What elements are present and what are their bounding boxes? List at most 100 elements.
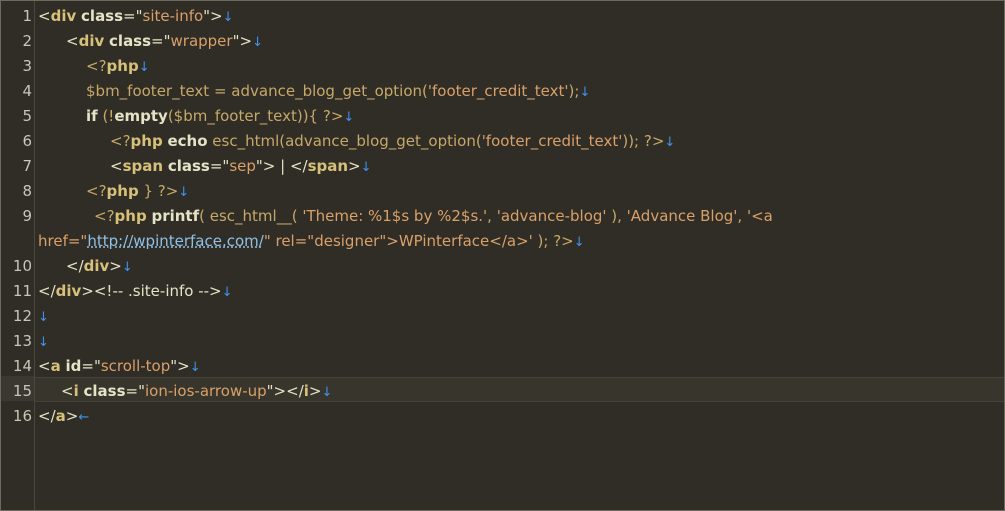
token: =" (151, 32, 171, 50)
code-line[interactable]: <?php printf( esc_html__( 'Theme: %1$s b… (94, 204, 1004, 229)
token: <? (94, 207, 115, 225)
token: div (78, 32, 105, 50)
token: php (114, 207, 147, 225)
code-line[interactable]: <a id="scroll-top">↓ (38, 354, 1004, 379)
token: echo (167, 132, 208, 150)
code-line[interactable]: if (!empty($bm_footer_text)){ ?>↓ (86, 104, 1004, 129)
token: div (83, 257, 110, 275)
newline-icon: ↓ (38, 335, 49, 350)
newline-icon: ↓ (189, 360, 201, 375)
line-number: 14 (12, 357, 32, 375)
code-line-current[interactable]: <i class="ion-ios-arrow-up"></i>↓ (61, 379, 1004, 404)
token: a (55, 407, 66, 425)
line-number: 11 (12, 282, 32, 300)
token: 'Advance Blog' (626, 207, 738, 225)
token: <? (86, 57, 107, 75)
code-line[interactable]: <div class="site-info">↓ (38, 4, 1004, 29)
line-number: 16 (12, 407, 32, 425)
code-editor[interactable]: 1 2 3 4 5 6 7 8 9 10 11 12 13 14 15 16 <… (0, 0, 1005, 511)
line-number: 1 (22, 7, 32, 25)
token: 'advance-blog' (496, 207, 607, 225)
line-number: 12 (12, 307, 32, 325)
token: ); ?> (532, 232, 574, 250)
token: div (50, 7, 77, 25)
code-line-wrap[interactable]: href="http://wpinterface.com/" rel="desi… (38, 229, 1004, 254)
code-line[interactable]: <div class="wrapper">↓ (66, 29, 1004, 54)
token: class (81, 7, 124, 25)
newline-icon: ↓ (579, 85, 591, 100)
token: if (86, 107, 98, 125)
code-line[interactable]: ↓ (38, 304, 1004, 329)
code-area[interactable]: <div class="site-info">↓ <div class="wra… (35, 1, 1004, 510)
token: </ (66, 257, 84, 275)
newline-icon: ↓ (252, 35, 263, 50)
token: =" (123, 7, 143, 25)
newline-icon: ↓ (573, 235, 585, 250)
line-number: 8 (22, 182, 32, 200)
token: class (109, 32, 152, 50)
token: </ (38, 407, 56, 425)
token: php (106, 182, 139, 200)
token: </ (38, 282, 56, 300)
token: id (65, 357, 82, 375)
token: > (65, 407, 79, 425)
token: esc_html(advance_blog_get_option( (207, 132, 482, 150)
token: ion-ios-arrow-up (145, 382, 267, 400)
token: printf (151, 207, 200, 225)
line-number: 13 (12, 332, 32, 350)
token: , (737, 207, 747, 225)
code-line[interactable]: ↓ (38, 329, 1004, 354)
code-line[interactable]: <?php↓ (86, 54, 1004, 79)
code-line[interactable]: </div>↓ (66, 254, 1004, 279)
token: ); (568, 82, 580, 100)
token: '<a (746, 207, 773, 225)
token: > (308, 382, 322, 400)
newline-icon: ↓ (321, 385, 333, 400)
newline-icon: ↓ (178, 185, 190, 200)
code-line[interactable]: </div><!-- .site-info -->↓ (38, 279, 1004, 304)
line-number: 10 (12, 257, 32, 275)
token: href=" (38, 232, 88, 250)
token: < (61, 382, 74, 400)
token: scroll-top (100, 357, 171, 375)
token: div (55, 282, 82, 300)
token: class (167, 157, 210, 175)
line-number: 3 (22, 57, 32, 75)
token: sep (229, 157, 256, 175)
line-number: 6 (22, 132, 32, 150)
newline-icon: ↓ (38, 310, 49, 325)
token: 'footer_credit_text' (427, 82, 569, 100)
code-line[interactable]: <?php } ?>↓ (86, 179, 1004, 204)
end-of-file-icon: ← (78, 410, 90, 425)
code-line[interactable]: <span class="sep"> | </span>↓ (110, 154, 1004, 179)
token: =" (209, 157, 230, 175)
token: < (66, 32, 79, 50)
token: ($bm_footer_text)){ ?> (167, 107, 344, 125)
token: <? (110, 132, 131, 150)
line-number: 7 (22, 157, 32, 175)
code-line[interactable]: <?php echo esc_html(advance_blog_get_opt… (110, 129, 1004, 154)
link[interactable]: http://wpinterface.com/ (87, 232, 264, 250)
token: empty (114, 107, 168, 125)
line-number: 9 (22, 207, 32, 225)
newline-icon: ↓ (222, 10, 234, 25)
newline-icon: ↓ (138, 60, 150, 75)
token: =" (81, 357, 101, 375)
token: ><!-- .site-info --> (81, 282, 222, 300)
token: 'footer_credit_text' (481, 132, 623, 150)
token: )); ?> (622, 132, 665, 150)
token: ( esc_html__( (199, 207, 303, 225)
token: "></ (266, 382, 304, 400)
token: < (38, 357, 51, 375)
token: "> | </ (255, 157, 308, 175)
newline-icon: ↓ (343, 110, 355, 125)
token: $bm_footer_text = advance_blog_get_optio… (86, 82, 428, 100)
newline-icon: ↓ (121, 260, 133, 275)
code-line[interactable]: </a>← (38, 404, 1004, 429)
token: 'Theme: %1$s by %2$s.' (302, 207, 488, 225)
token: wrapper (170, 32, 233, 50)
token: "> (203, 7, 223, 25)
code-line[interactable]: $bm_footer_text = advance_blog_get_optio… (86, 79, 1004, 104)
token: , (487, 207, 497, 225)
token: < (110, 157, 123, 175)
